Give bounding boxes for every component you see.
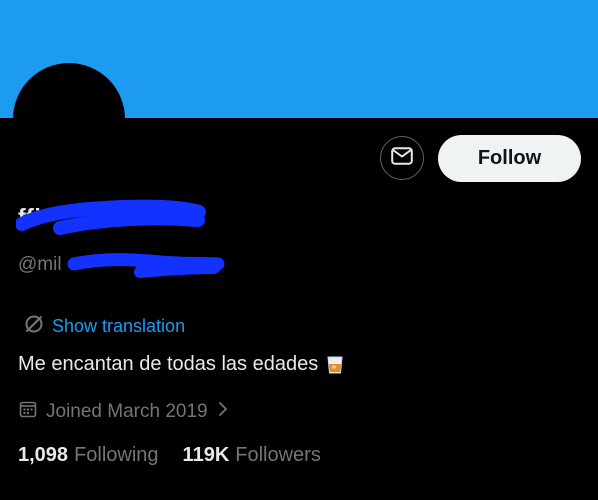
envelope-icon: [391, 146, 413, 170]
followers-label: Followers: [235, 444, 321, 466]
show-translation-label[interactable]: Show translation: [52, 316, 185, 337]
following-label: Following: [74, 444, 159, 466]
whisky-glass-icon: [326, 355, 344, 375]
show-translation-link[interactable]: Show translation: [24, 314, 185, 339]
joined-date: Joined March 2019: [19, 400, 229, 424]
followers-stat[interactable]: 119K Followers: [183, 444, 321, 467]
following-stat[interactable]: 1,098 Following: [18, 444, 159, 467]
message-button[interactable]: [380, 136, 424, 180]
following-count: 1,098: [18, 444, 69, 466]
follow-button[interactable]: Follow: [438, 135, 581, 182]
display-name: ffi: [18, 204, 42, 230]
redaction-mark: [67, 253, 225, 278]
bio-text: Me encantan de todas las edades: [18, 353, 319, 375]
calendar-icon: [19, 400, 37, 424]
avatar[interactable]: [13, 63, 125, 175]
redaction-mark: [16, 199, 206, 235]
profile-stats: 1,098 Following 119K Followers: [18, 444, 321, 467]
bio: Me encantan de todas las edades: [18, 353, 344, 376]
joined-label: Joined March 2019: [46, 401, 208, 422]
followers-count: 119K: [182, 444, 230, 466]
user-handle: @mil: [18, 254, 62, 275]
translate-icon: [24, 314, 44, 339]
chevron-right-icon[interactable]: [217, 401, 229, 423]
